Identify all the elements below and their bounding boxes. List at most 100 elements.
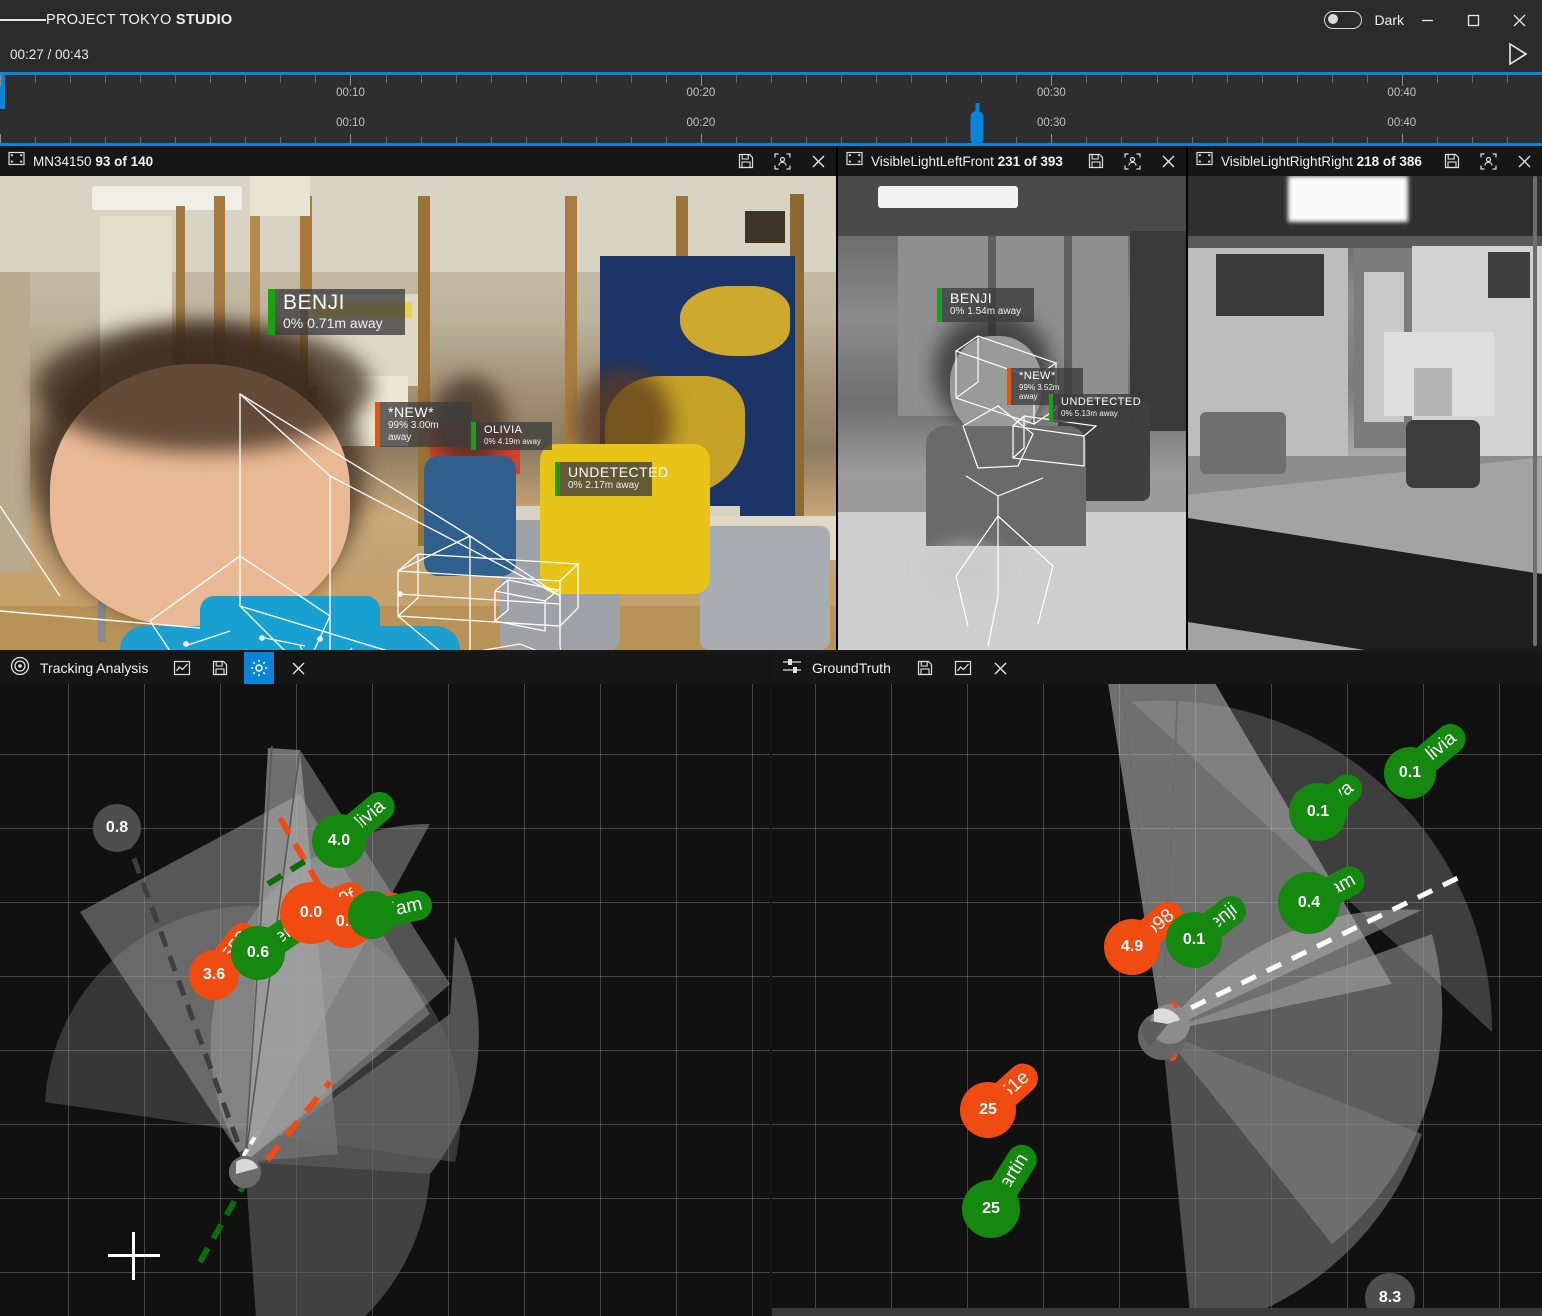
timeline-tick [946,75,947,83]
tracking-analysis-header: Tracking Analysis [0,652,770,684]
timeline-tick [175,75,176,83]
timeline-tick [876,137,877,145]
timeline-scrubber[interactable]: 00:1000:2000:3000:40 00:1000:2000:3000:4… [0,72,1542,146]
play-icon[interactable] [1504,41,1530,67]
groundtruth-plot[interactable]: 5b984.9Benji0.1Ava0.1Olivia0.1Liam0.4b51… [772,684,1542,1316]
close-icon[interactable] [284,655,312,681]
timeline-tick [1227,137,1228,145]
timeline-tick [736,137,737,145]
chart-icon[interactable] [949,655,977,681]
video-panel-title: VisibleLightLeftFront 231 of 393 [871,154,1063,169]
video-frame-leftfront[interactable]: BENJI 0% 1.54m away *NEW* 99% 3.52m away… [838,176,1186,650]
detection-label-benji: BENJI 0% 0.71m away [275,289,405,335]
save-icon[interactable] [1082,148,1110,174]
entity-pin-value: 4.9 [1104,919,1160,975]
close-icon[interactable] [987,655,1015,681]
timeline-tick [771,137,772,145]
entity-pin-value: 0.1 [1166,912,1222,968]
slider-icon [782,657,802,680]
film-icon [846,151,863,171]
radar-icon [10,656,30,681]
timeline-tick [1402,134,1403,145]
timeline-tick-label: 00:10 [336,117,365,129]
maximize-button[interactable] [1450,4,1496,36]
timeline-tick [526,75,527,83]
app-title-primary: PROJECT TOKYO [46,12,172,28]
save-icon[interactable] [911,655,939,681]
timeline-tick [1157,75,1158,83]
timeline-tick [1507,137,1508,145]
entity-pin-value: 0.1 [1289,783,1347,841]
title-bar-right: Dark [1324,4,1542,36]
radar-cones [0,684,770,1316]
hamburger-menu-icon[interactable] [0,4,46,36]
timeline-tick [456,75,457,83]
analysis-row: Tracking Analysis [0,652,1542,1316]
timeline-tick [1192,75,1193,83]
timeline-tick [841,137,842,145]
entity-pin-value: 0.1 [1384,747,1436,799]
timeline-tick [806,75,807,83]
gear-icon[interactable] [244,652,274,684]
timeline-tick [1051,75,1052,86]
close-icon[interactable] [1154,148,1182,174]
timeline-tick [350,75,351,86]
timeline-ruler-top[interactable]: 00:1000:2000:3000:40 [0,75,1542,109]
dark-theme-label: Dark [1374,12,1404,28]
transport-bar: 00:27 / 00:43 [0,36,1542,72]
video-frame-mn34150[interactable]: BENJI 0% 0.71m away *NEW* 99% 3.00m away… [0,176,836,650]
timeline-tick [1086,75,1087,83]
timeline-tick [1086,137,1087,145]
timeline-playhead[interactable] [971,111,984,145]
video-panel-title: VisibleLightRightRight 218 of 386 [1221,154,1422,169]
person-scan-icon[interactable] [1474,148,1502,174]
timeline-tick [526,137,527,145]
timeline-tick [981,75,982,83]
timeline-tick [245,75,246,83]
timeline-tick [596,137,597,145]
timeline-tick [245,137,246,145]
save-icon[interactable] [732,148,760,174]
timeline-tick [701,134,702,145]
video-frame-rightright[interactable] [1188,176,1542,650]
detection-label-olivia: OLIVIA 0% 4.19m away [476,422,552,450]
dark-theme-toggle[interactable] [1324,11,1362,29]
timeline-tick [315,137,316,145]
timeline-tick [1367,75,1368,83]
timeline-tick [140,75,141,83]
save-icon[interactable] [206,655,234,681]
timeline-tick [876,75,877,83]
entity-pin-value: 0.8 [93,804,141,852]
timeline-tick-label: 00:10 [336,87,365,99]
tracking-analysis-panel: Tracking Analysis [0,652,770,1316]
groundtruth-panel: GroundTruth [772,652,1542,1316]
person-scan-icon[interactable] [1118,148,1146,174]
save-icon[interactable] [1438,148,1466,174]
chart-icon[interactable] [168,655,196,681]
timeline-tick [701,75,702,86]
person-scan-icon[interactable] [768,148,796,174]
tracking-analysis-plot[interactable]: 0.825583.6Benji0.65b0f0.0d7b70.1Olivia4.… [0,684,770,1316]
timeline-tick [35,75,36,83]
timeline-ruler-bottom[interactable]: 00:1000:2000:3000:40 [0,111,1542,145]
timeline-tick [175,137,176,145]
close-button[interactable] [1496,4,1542,36]
close-icon[interactable] [804,148,832,174]
timeline-tick [386,137,387,145]
timeline-tick [561,75,562,83]
video-panel-header: VisibleLightRightRight 218 of 386 [1188,146,1542,176]
timeline-tick [1437,75,1438,83]
timeline-tick [70,137,71,145]
detection-label-new: *NEW* 99% 3.00m away [380,402,472,447]
video-panel-row: MN34150 93 of 140 [0,146,1542,650]
minimize-button[interactable] [1404,4,1450,36]
timeline-tick [1437,137,1438,145]
timeline-tick [736,75,737,83]
horizontal-scrollbar[interactable] [772,1308,1542,1316]
entity-pin-value: 25 [960,1082,1016,1138]
close-icon[interactable] [1510,148,1538,174]
video-panel-visiblelightleftfront: VisibleLightLeftFront 231 of 393 [838,146,1186,650]
video-area-scrollbar[interactable] [1533,176,1537,646]
detection-label-undetected: UNDETECTED 0% 5.13m away [1053,394,1135,422]
entity-pin-value: 0.4 [1278,872,1340,934]
